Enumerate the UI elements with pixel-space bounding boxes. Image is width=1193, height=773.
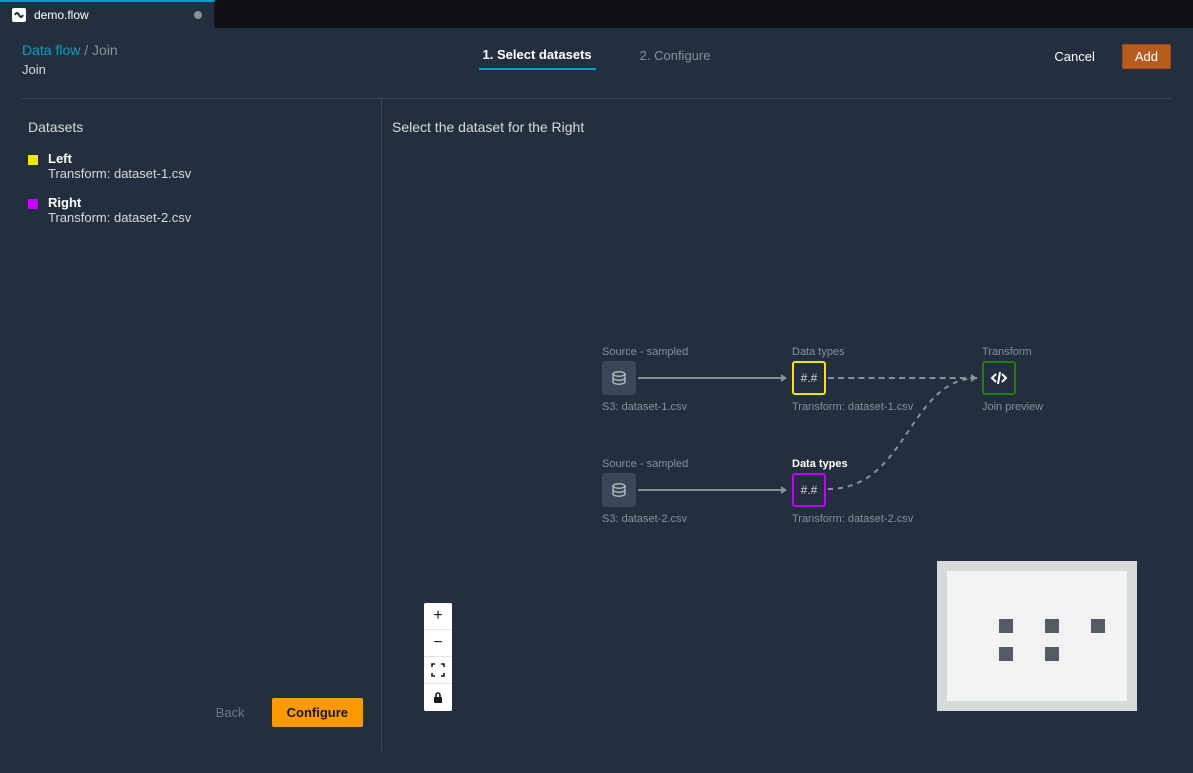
fit-to-screen-button[interactable]	[424, 657, 452, 684]
flow-file-icon	[12, 8, 26, 22]
dataset-right[interactable]: Right Transform: dataset-2.csv	[28, 195, 361, 225]
back-button[interactable]: Back	[203, 700, 258, 725]
minimap-node	[999, 619, 1013, 633]
edge-dt1-join	[828, 377, 976, 379]
breadcrumb-root-link[interactable]: Data flow	[22, 42, 80, 58]
zoom-controls: + −	[424, 603, 452, 711]
subheader: Join	[0, 58, 1193, 89]
source-node-2[interactable]	[602, 473, 636, 507]
canvas-area[interactable]: Select the dataset for the Right Source …	[382, 99, 1171, 751]
minimap-node	[1045, 647, 1059, 661]
lock-button[interactable]	[424, 684, 452, 711]
datatypes-node-2[interactable]: #.#	[792, 473, 826, 507]
breadcrumb-separator: /	[84, 42, 88, 58]
datatypes-node-1[interactable]: #.#	[792, 361, 826, 395]
dataset-right-label: Right	[48, 195, 191, 210]
database-icon	[611, 370, 627, 386]
file-tab-name: demo.flow	[34, 8, 186, 22]
source-node-1[interactable]	[602, 361, 636, 395]
caption-dt-1: Transform: dataset-1.csv	[792, 401, 913, 413]
caption-s3-1: S3: dataset-1.csv	[602, 401, 687, 413]
main-panel: Data flow / Join 1. Select datasets 2. C…	[0, 28, 1193, 773]
step-configure[interactable]: 2. Configure	[636, 42, 715, 69]
minimap-node	[1045, 619, 1059, 633]
dataset-right-sub: Transform: dataset-2.csv	[48, 210, 191, 225]
breadcrumb: Data flow / Join	[0, 28, 1193, 58]
step-select-datasets[interactable]: 1. Select datasets	[479, 41, 596, 70]
unsaved-indicator-icon	[194, 11, 202, 19]
tab-bar: demo.flow	[0, 0, 1193, 28]
subheader-title: Join	[22, 62, 46, 77]
code-icon	[990, 369, 1008, 387]
cancel-button[interactable]: Cancel	[1041, 44, 1107, 69]
content: Datasets Left Transform: dataset-1.csv R…	[22, 98, 1171, 751]
dataset-left-label: Left	[48, 151, 191, 166]
minimap-node	[1091, 619, 1105, 633]
col-datatypes-label-2: Data types	[792, 458, 848, 470]
minimap[interactable]	[937, 561, 1137, 711]
col-datatypes-label-1: Data types	[792, 346, 845, 358]
configure-button[interactable]: Configure	[272, 698, 363, 727]
minimap-node	[999, 647, 1013, 661]
dataset-left-sub: Transform: dataset-1.csv	[48, 166, 191, 181]
add-button[interactable]: Add	[1122, 44, 1171, 69]
file-tab[interactable]: demo.flow	[0, 0, 215, 28]
left-panel: Datasets Left Transform: dataset-1.csv R…	[22, 99, 382, 751]
left-actions: Back Configure	[203, 698, 363, 727]
col-source-label-1: Source - sampled	[602, 346, 688, 358]
swatch-magenta-icon	[28, 199, 38, 209]
zoom-out-button[interactable]: −	[424, 630, 452, 657]
caption-join: Join preview	[982, 401, 1043, 413]
breadcrumb-current: Join	[92, 42, 118, 58]
join-preview-node[interactable]	[982, 361, 1016, 395]
edge-src2-dt2	[638, 489, 786, 491]
caption-s3-2: S3: dataset-2.csv	[602, 513, 687, 525]
swatch-yellow-icon	[28, 155, 38, 165]
zoom-in-button[interactable]: +	[424, 603, 452, 630]
edge-src1-dt1	[638, 377, 786, 379]
minimap-viewport	[947, 571, 1127, 701]
datasets-heading: Datasets	[28, 119, 361, 135]
edge-dt2-join	[828, 361, 988, 501]
col-transform-label: Transform	[982, 346, 1032, 358]
database-icon	[611, 482, 627, 498]
caption-dt-2: Transform: dataset-2.csv	[792, 513, 913, 525]
top-actions: Cancel Add	[1041, 44, 1171, 69]
col-source-label-2: Source - sampled	[602, 458, 688, 470]
dataset-left[interactable]: Left Transform: dataset-1.csv	[28, 151, 361, 181]
